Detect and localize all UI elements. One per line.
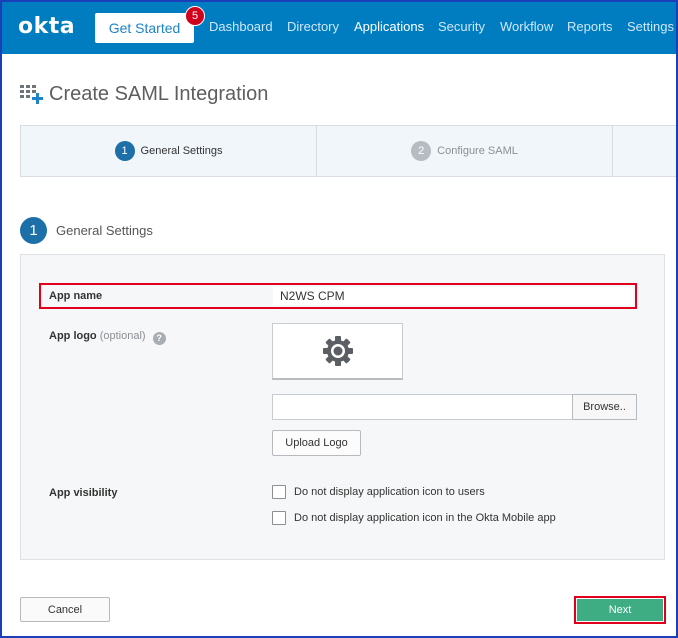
- okta-logo[interactable]: okta: [18, 14, 75, 39]
- browse-button[interactable]: Browse..: [572, 394, 637, 420]
- next-button[interactable]: Next: [577, 599, 663, 621]
- nav-security[interactable]: Security: [438, 19, 485, 34]
- optional-hint: (optional): [99, 330, 146, 342]
- section-title: General Settings: [56, 223, 153, 238]
- general-settings-panel: App name App logo (optional) ?: [20, 254, 665, 560]
- hide-icon-users-option[interactable]: Do not display application icon to users: [272, 485, 485, 499]
- step-feedback[interactable]: [613, 126, 676, 176]
- app-name-row: App name: [39, 283, 637, 309]
- nav-settings[interactable]: Settings: [627, 19, 674, 34]
- get-started-button[interactable]: Get Started: [95, 13, 194, 43]
- checkbox-label: Do not display application icon to users: [294, 486, 485, 498]
- gear-icon: [322, 336, 353, 366]
- app-logo-label-text: App logo: [49, 330, 97, 342]
- grid-plus-icon: [20, 83, 44, 105]
- checkbox-label: Do not display application icon in the O…: [294, 512, 556, 524]
- step-label: General Settings: [140, 145, 223, 157]
- hide-icon-users-checkbox[interactable]: [272, 485, 286, 499]
- next-highlight: Next: [574, 596, 666, 624]
- wizard-stepper: 1 General Settings 2 Configure SAML: [20, 125, 676, 177]
- step-configure-saml[interactable]: 2 Configure SAML: [317, 126, 613, 176]
- hide-icon-mobile-checkbox[interactable]: [272, 511, 286, 525]
- nav-workflow[interactable]: Workflow: [500, 19, 553, 34]
- help-icon[interactable]: ?: [152, 331, 166, 345]
- app-name-label: App name: [49, 290, 103, 302]
- logo-file-path-input[interactable]: [272, 394, 572, 420]
- nav-reports[interactable]: Reports: [567, 19, 613, 34]
- page-title: Create SAML Integration: [49, 82, 269, 105]
- notification-badge: 5: [185, 6, 205, 26]
- nav-directory[interactable]: Directory: [287, 19, 339, 34]
- top-nav-bar: okta Get Started 5 Dashboard Directory A…: [2, 2, 676, 54]
- step-general-settings[interactable]: 1 General Settings: [21, 126, 317, 176]
- section-heading: 1 General Settings: [20, 217, 153, 244]
- app-logo-label: App logo (optional) ?: [49, 330, 166, 345]
- app-visibility-label: App visibility: [49, 487, 118, 499]
- nav-applications[interactable]: Applications: [354, 19, 424, 34]
- step-label: Configure SAML: [437, 145, 518, 157]
- step-number: 1: [114, 141, 135, 161]
- hide-icon-mobile-option[interactable]: Do not display application icon in the O…: [272, 511, 556, 525]
- upload-logo-button[interactable]: Upload Logo: [272, 430, 361, 456]
- nav-dashboard[interactable]: Dashboard: [209, 19, 273, 34]
- section-number: 1: [20, 217, 47, 244]
- okta-window: okta Get Started 5 Dashboard Directory A…: [0, 0, 678, 638]
- cancel-button[interactable]: Cancel: [20, 597, 110, 622]
- step-number: 2: [411, 141, 432, 161]
- app-logo-preview: [272, 323, 403, 380]
- page-header: Create SAML Integration: [20, 82, 268, 106]
- app-name-input[interactable]: [273, 287, 633, 305]
